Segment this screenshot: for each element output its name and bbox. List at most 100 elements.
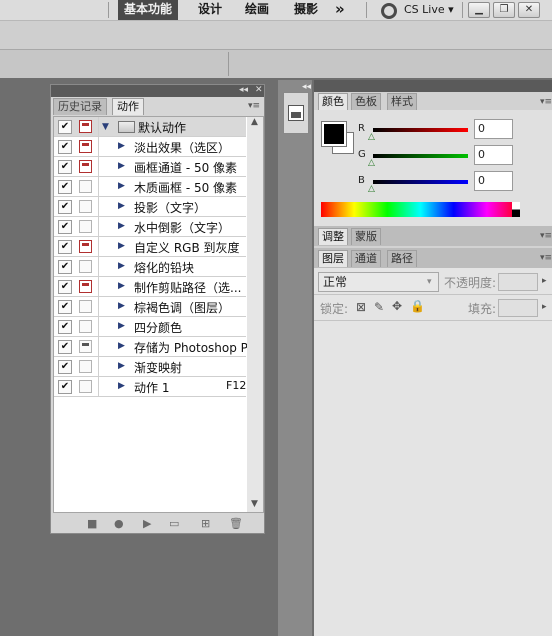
lock-all-icon[interactable]: 🔒 xyxy=(410,299,425,313)
list-item[interactable]: ✔ ▶ 画框通道 - 50 像素 xyxy=(54,157,246,177)
opacity-input[interactable] xyxy=(498,273,538,291)
new-action-icon[interactable]: ⊞ xyxy=(201,517,210,530)
toggle-checkbox[interactable]: ✔ xyxy=(58,280,72,294)
blend-mode-select[interactable]: 正常 ▾ xyxy=(318,272,439,292)
panel-menu-icon[interactable]: ▾≡ xyxy=(540,231,552,241)
toggle-checkbox[interactable]: ✔ xyxy=(58,380,72,394)
list-item[interactable]: ✔ ▶ 四分颜色 xyxy=(54,317,246,337)
scrollbar[interactable]: ▲ ▼ xyxy=(247,117,263,512)
panel-menu-icon[interactable]: ▾≡ xyxy=(540,253,552,263)
trash-icon[interactable]: 🗑 xyxy=(229,517,243,530)
scroll-down-icon[interactable]: ▼ xyxy=(251,499,258,509)
list-item[interactable]: ✔ ▶ 棕褐色调（图层） xyxy=(54,297,246,317)
blue-slider[interactable] xyxy=(373,180,468,184)
play-icon[interactable]: ▶ xyxy=(143,517,151,530)
tab-styles[interactable]: 样式 xyxy=(387,93,417,110)
scroll-up-icon[interactable]: ▲ xyxy=(251,117,258,127)
dialog-toggle-icon[interactable] xyxy=(79,340,92,353)
expand-triangle-icon[interactable]: ▶ xyxy=(118,321,125,331)
lock-pixels-icon[interactable]: ✎ xyxy=(374,300,384,314)
expand-triangle-icon[interactable]: ▶ xyxy=(118,221,125,231)
list-item[interactable]: ✔ ▶ 制作剪贴路径（选... xyxy=(54,277,246,297)
chevron-right-icon[interactable]: ▸ xyxy=(542,302,547,312)
tab-layers[interactable]: 图层 xyxy=(318,250,348,267)
list-item[interactable]: ✔ ▶ 自定义 RGB 到灰度 xyxy=(54,237,246,257)
dialog-toggle-icon[interactable] xyxy=(79,240,92,253)
restore-icon[interactable]: ❐ xyxy=(493,2,515,18)
expand-triangle-icon[interactable]: ▶ xyxy=(118,141,125,151)
expand-triangle-icon[interactable]: ▶ xyxy=(118,281,125,291)
dialog-toggle-icon[interactable] xyxy=(79,360,92,373)
expand-triangle-icon[interactable]: ▶ xyxy=(118,301,125,311)
dialog-toggle-icon[interactable] xyxy=(79,120,92,133)
dialog-toggle-icon[interactable] xyxy=(79,220,92,233)
expand-triangle-icon[interactable]: ▶ xyxy=(118,261,125,271)
list-item[interactable]: ✔ ▶ 存储为 Photoshop P... xyxy=(54,337,258,357)
tab-color[interactable]: 颜色 xyxy=(318,93,348,110)
close-panel-icon[interactable]: ✕ xyxy=(255,85,263,95)
expand-triangle-icon[interactable]: ▶ xyxy=(118,161,125,171)
panel-thumbnail-icon[interactable] xyxy=(288,105,304,121)
workspace-essentials-button[interactable]: 基本功能 xyxy=(118,0,179,20)
red-slider-thumb[interactable]: △ xyxy=(368,132,375,142)
workspace-photography-button[interactable]: 摄影 xyxy=(294,0,318,20)
panel-menu-icon[interactable]: ▾≡ xyxy=(248,101,260,111)
list-item[interactable]: ✔ ▶ 熔化的铅块 xyxy=(54,257,246,277)
toggle-checkbox[interactable]: ✔ xyxy=(58,260,72,274)
toggle-checkbox[interactable]: ✔ xyxy=(58,300,72,314)
toggle-checkbox[interactable]: ✔ xyxy=(58,320,72,334)
tab-actions[interactable]: 动作 xyxy=(112,98,144,115)
minimize-icon[interactable]: ▁ xyxy=(468,2,490,18)
dialog-toggle-icon[interactable] xyxy=(79,180,92,193)
collapse-icon[interactable]: ◂◂ xyxy=(302,82,311,92)
more-workspaces-button[interactable]: » xyxy=(335,0,345,20)
panel-title-bar[interactable]: ◂◂ ✕ xyxy=(51,85,264,97)
foreground-color-swatch[interactable] xyxy=(321,121,347,147)
expand-triangle-icon[interactable]: ▶ xyxy=(118,181,125,191)
new-set-icon[interactable]: ▭ xyxy=(169,517,179,530)
green-slider-thumb[interactable]: △ xyxy=(368,158,375,168)
lock-transparency-icon[interactable]: ⊠ xyxy=(356,300,366,314)
dialog-toggle-icon[interactable] xyxy=(79,200,92,213)
red-slider[interactable] xyxy=(373,128,468,132)
expand-triangle-icon[interactable]: ▶ xyxy=(118,341,125,351)
panel-menu-icon[interactable]: ▾≡ xyxy=(540,97,552,107)
fill-input[interactable] xyxy=(498,299,538,317)
dialog-toggle-icon[interactable] xyxy=(79,260,92,273)
list-item[interactable]: ✔ ▶ 水中倒影（文字） xyxy=(54,217,246,237)
stop-icon[interactable]: ■ xyxy=(87,517,97,530)
list-item[interactable]: ✔ ▶ 木质画框 - 50 像素 xyxy=(54,177,246,197)
expand-triangle-icon[interactable]: ▶ xyxy=(118,361,125,371)
workspace-design-button[interactable]: 设计 xyxy=(198,0,222,20)
list-item-set[interactable]: ✔ ▼ 默认动作 xyxy=(54,117,246,137)
dialog-toggle-icon[interactable] xyxy=(79,280,92,293)
tab-channels[interactable]: 通道 xyxy=(351,250,381,267)
dialog-toggle-icon[interactable] xyxy=(79,320,92,333)
list-item[interactable]: ✔ ▶ 渐变映射 xyxy=(54,357,246,377)
list-item[interactable]: ✔ ▶ 淡出效果（选区） xyxy=(54,137,246,157)
list-item[interactable]: ✔ ▶ 投影（文字） xyxy=(54,197,246,217)
expand-triangle-icon[interactable]: ▼ xyxy=(102,122,109,132)
close-icon[interactable]: ✕ xyxy=(518,2,540,18)
tab-adjustments[interactable]: 调整 xyxy=(318,228,348,245)
dialog-toggle-icon[interactable] xyxy=(79,300,92,313)
black-white-swatch[interactable] xyxy=(512,202,520,217)
dialog-toggle-icon[interactable] xyxy=(79,380,92,393)
chevron-right-icon[interactable]: ▸ xyxy=(542,276,547,286)
toggle-checkbox[interactable]: ✔ xyxy=(58,220,72,234)
dialog-toggle-icon[interactable] xyxy=(79,160,92,173)
blue-slider-thumb[interactable]: △ xyxy=(368,184,375,194)
green-slider[interactable] xyxy=(373,154,468,158)
expand-triangle-icon[interactable]: ▶ xyxy=(118,381,125,391)
toggle-checkbox[interactable]: ✔ xyxy=(58,160,72,174)
tab-masks[interactable]: 蒙版 xyxy=(351,228,381,245)
red-value-input[interactable]: 0 xyxy=(474,119,513,139)
blue-value-input[interactable]: 0 xyxy=(474,171,513,191)
toggle-checkbox[interactable]: ✔ xyxy=(58,140,72,154)
toggle-checkbox[interactable]: ✔ xyxy=(58,240,72,254)
toggle-checkbox[interactable]: ✔ xyxy=(58,120,72,134)
record-icon[interactable]: ● xyxy=(114,517,124,530)
toggle-checkbox[interactable]: ✔ xyxy=(58,180,72,194)
cs-live-menu[interactable]: CS Live ▾ xyxy=(404,0,454,20)
tab-swatches[interactable]: 色板 xyxy=(351,93,381,110)
